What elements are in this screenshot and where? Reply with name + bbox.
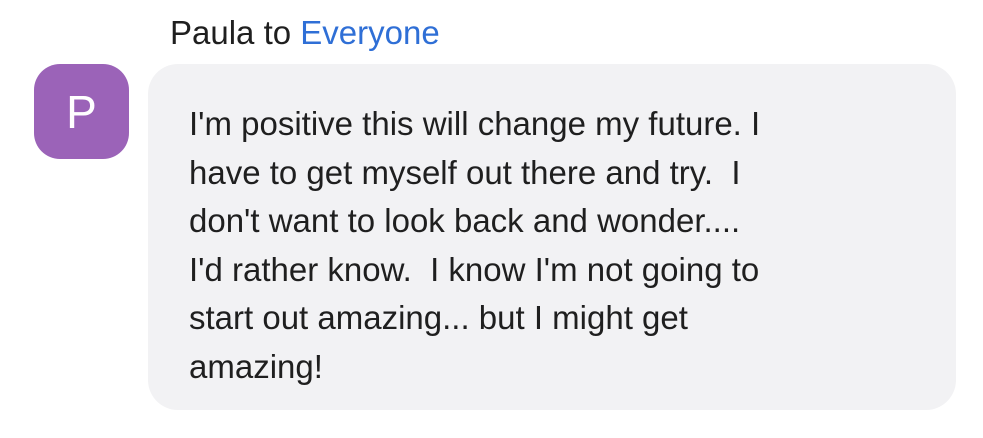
message-bubble[interactable]: I'm positive this will change my future.… [148, 64, 956, 410]
avatar[interactable]: P [34, 64, 129, 159]
message-header: Paula to Everyone [170, 14, 440, 52]
recipient-link[interactable]: Everyone [300, 14, 439, 51]
message-text: I'm positive this will change my future.… [189, 105, 761, 385]
avatar-initial: P [66, 85, 97, 138]
header-connector: to [263, 14, 292, 51]
sender-name[interactable]: Paula [170, 14, 254, 51]
